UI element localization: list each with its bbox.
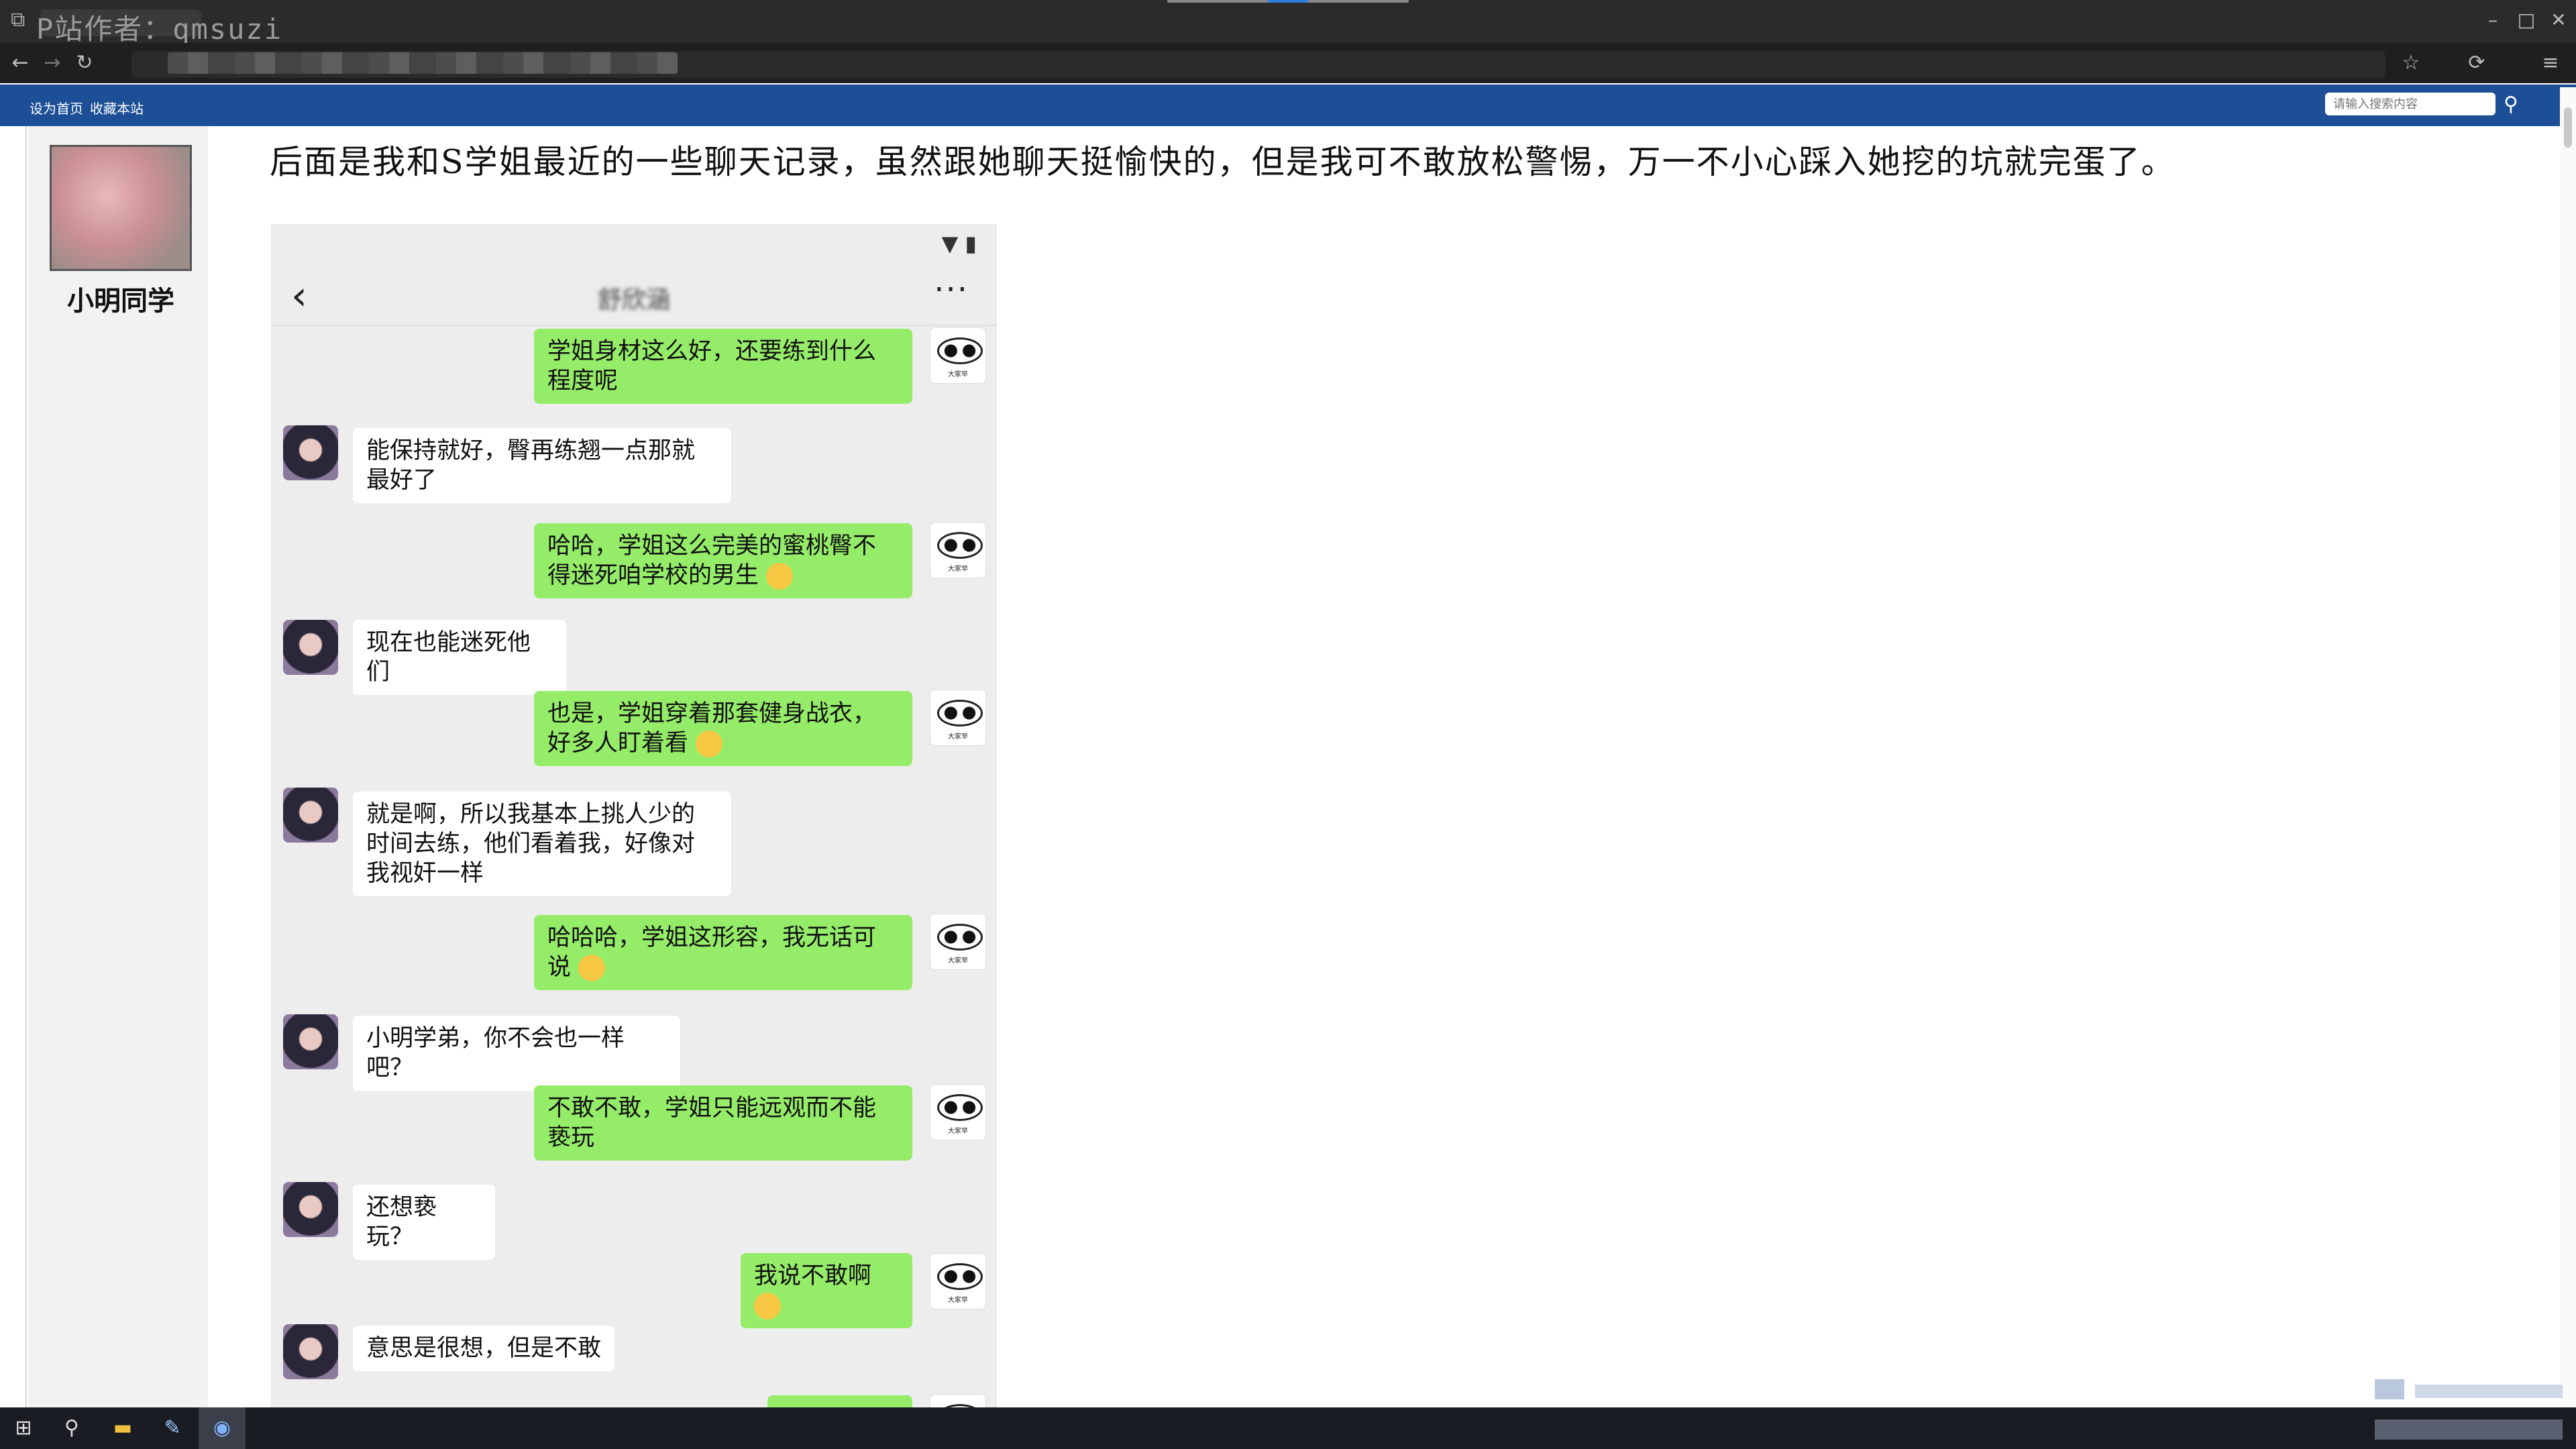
my-avatar	[930, 914, 986, 970]
tab-icon: ⧉	[11, 8, 25, 32]
contact-avatar	[283, 425, 338, 480]
search-taskbar-icon[interactable]: ⚲	[56, 1413, 87, 1444]
chat-message-me: 我说不敢啊	[741, 1253, 912, 1328]
contact-avatar	[283, 1014, 338, 1069]
chat-message-me: 学姐身材这么好，还要练到什么程度呢	[534, 329, 912, 404]
tray-blurred-text	[2415, 1385, 2563, 1398]
chat-header: ‹ 舒欣涵 ···	[271, 264, 997, 326]
page-left-border	[25, 126, 27, 1407]
scrollbar-thumb[interactable]	[2564, 107, 2572, 148]
chat-message-her: 能保持就好，臀再练翘一点那就最好了	[353, 428, 731, 503]
bookmark-link[interactable]: 收藏本站	[90, 98, 144, 117]
chat-message-me: 也是，学姐穿着那套健身战衣，好多人盯着看	[534, 691, 912, 766]
watermark-text: P站作者：qmsuzi	[36, 13, 283, 46]
message-text: 哈哈，学姐这么完美的蜜桃臀不得迷死咱学校的男生	[547, 533, 877, 589]
grin-emoji-icon	[766, 563, 794, 590]
chat-message-me: 哈哈，学姐这么完美的蜜桃臀不得迷死咱学校的男生	[534, 523, 912, 598]
author-sidebar	[28, 126, 208, 1407]
start-icon[interactable]: ⊞	[8, 1413, 39, 1444]
tray-blurred-icon	[2375, 1379, 2404, 1399]
my-avatar	[930, 522, 986, 578]
chat-message-her: 意思是很想，但是不敢	[353, 1326, 614, 1371]
notepad-icon[interactable]: ✎	[157, 1413, 188, 1444]
chat-message-me: 不敢不敢，学姐只能远观而不能亵玩	[534, 1085, 912, 1161]
chat-more-icon: ···	[934, 271, 969, 309]
browser-taskbar-icon[interactable]: ◉	[207, 1413, 237, 1444]
menu-icon[interactable]: ≡	[2536, 48, 2565, 78]
back-icon[interactable]: ←	[5, 48, 35, 78]
search-icon[interactable]: ⚲	[2504, 93, 2518, 116]
chat-screenshot: ▼ ▮ ‹ 舒欣涵 ··· 学姐身材这么好，还要练到什么程度呢 能保持就好，臀再…	[271, 224, 997, 1407]
chat-message-her: 还想亵玩？	[353, 1185, 495, 1260]
star-icon[interactable]: ☆	[2396, 48, 2426, 78]
contact-avatar	[283, 1182, 338, 1237]
extensions-icon[interactable]: ⟳	[2462, 48, 2491, 78]
my-avatar	[930, 327, 986, 384]
contact-avatar	[283, 620, 338, 675]
my-avatar	[930, 690, 986, 746]
article-headline: 后面是我和S学姐最近的一些聊天记录，虽然跟她聊天挺愉快的，但是我可不敢放松警惕，…	[270, 143, 2176, 181]
blurred-url	[168, 52, 678, 74]
minimize-button[interactable]: –	[2479, 7, 2506, 34]
chat-message-me: 哈哈哈，学姐这形容，我无话可说	[534, 915, 912, 990]
chat-message-her: 小明学弟，你不会也一样吧？	[353, 1016, 680, 1091]
laugh-emoji-icon	[578, 955, 606, 981]
set-home-link[interactable]: 设为首页	[30, 98, 83, 117]
taskbar	[0, 1407, 2576, 1449]
phone-status-icons: ▼ ▮	[941, 231, 977, 256]
chat-message-me-partial	[767, 1395, 912, 1407]
contact-avatar	[283, 1324, 338, 1379]
page-load-progress	[1167, 0, 1409, 3]
author-avatar[interactable]	[50, 145, 192, 271]
forward-icon[interactable]: →	[38, 48, 67, 78]
peek-emoji-icon	[696, 731, 723, 757]
reload-icon[interactable]: ↻	[70, 48, 99, 78]
author-name[interactable]: 小明同学	[27, 279, 215, 318]
file-explorer-icon[interactable]: ▬	[107, 1413, 138, 1444]
browser-titlebar	[0, 0, 2576, 43]
tongue-emoji-icon	[754, 1293, 781, 1320]
my-avatar	[930, 1084, 986, 1140]
chat-contact-name: 舒欣涵	[597, 286, 670, 314]
message-text: 我说不敢啊	[754, 1263, 872, 1289]
close-button[interactable]: ✕	[2545, 7, 2572, 34]
site-nav-bar	[0, 85, 2576, 126]
chat-message-her: 现在也能迷死他们	[353, 620, 566, 695]
search-input[interactable]	[2325, 93, 2496, 115]
contact-avatar	[283, 788, 338, 843]
page-scrollbar[interactable]	[2560, 87, 2576, 1407]
chat-message-her: 就是啊，所以我基本上挑人少的时间去练，他们看着我，好像对我视奸一样	[353, 792, 731, 896]
my-avatar	[930, 1394, 986, 1407]
tray-clock-blurred[interactable]	[2375, 1419, 2563, 1440]
my-avatar	[930, 1253, 986, 1309]
maximize-button[interactable]: □	[2513, 7, 2540, 34]
